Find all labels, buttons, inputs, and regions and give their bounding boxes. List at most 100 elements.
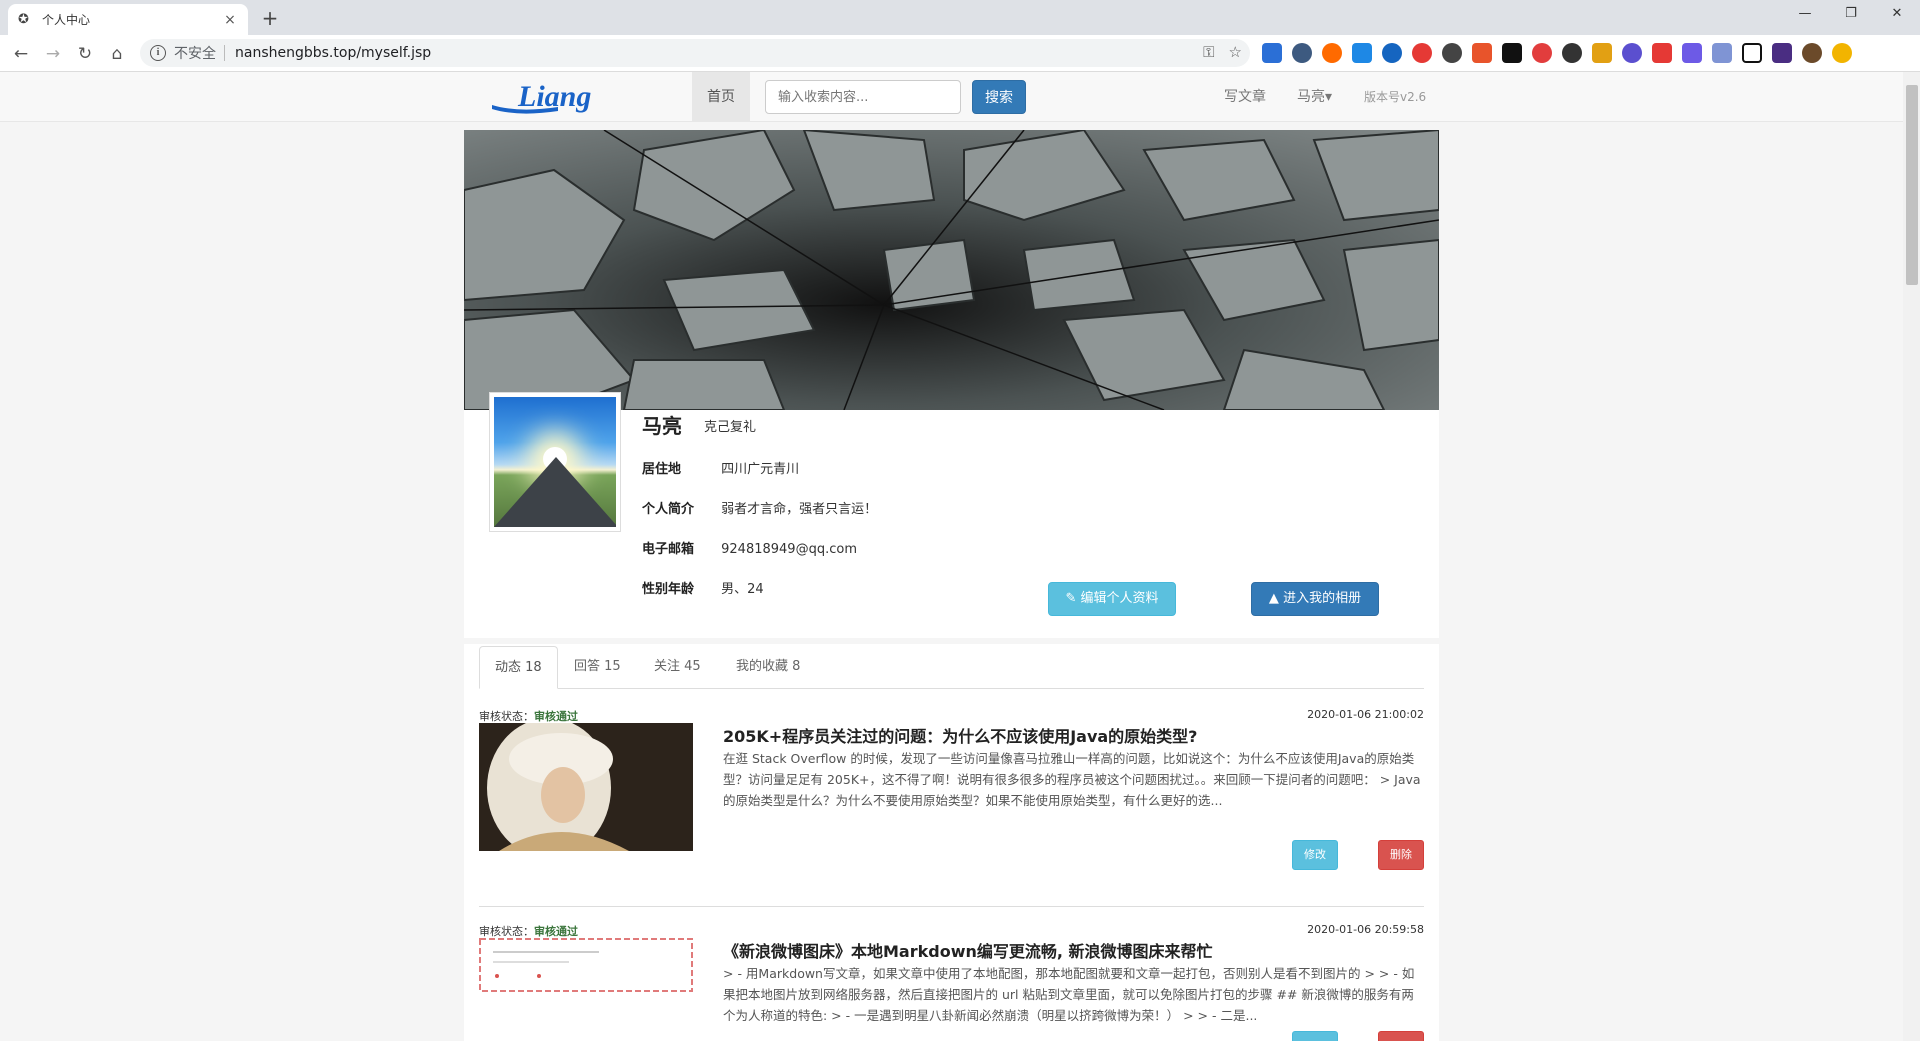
edit-post-button[interactable] [1292, 1031, 1338, 1041]
extension-v-icon[interactable] [1352, 43, 1372, 63]
scrollbar-thumb[interactable] [1906, 85, 1918, 285]
address-bar[interactable]: i 不安全 nanshengbbs.top/myself.jsp ⚿ ☆ [140, 39, 1250, 67]
extension-fox-icon[interactable] [1592, 43, 1612, 63]
status-value: 审核通过 [534, 710, 578, 723]
gender-age-value: 男、24 [721, 582, 764, 597]
page-viewport: Liang 首页 搜索 写文章 马亮▾ 版本号v2.6 [0, 72, 1920, 1041]
extension-gradient-icon[interactable] [1682, 43, 1702, 63]
section-gap [464, 638, 1439, 644]
extension-off-icon[interactable] [1652, 43, 1672, 63]
profile-tabs: 动态 18 回答 15 关注 45 我的收藏 8 [479, 646, 1424, 689]
extension-weibo-icon[interactable] [1532, 43, 1552, 63]
album-button[interactable]: ▲ 进入我的相册 [1251, 582, 1379, 616]
extension-ia-icon[interactable] [1772, 43, 1792, 63]
post-date: 2020-01-06 21:00:02 [1307, 708, 1424, 721]
extension-percent-icon[interactable] [1472, 43, 1492, 63]
post-title[interactable]: 《新浪微博图床》本地Markdown编写更流畅, 新浪微博图床来帮忙 [723, 938, 1213, 962]
road-icon: ▲ [1268, 591, 1279, 606]
logo-text: Liang [517, 80, 591, 113]
delete-post-button[interactable]: 删除 [1378, 840, 1424, 870]
extension-translate-icon[interactable] [1712, 43, 1732, 63]
post-status: 审核状态：审核通过 [479, 708, 578, 724]
gender-age-label: 性别年龄 [642, 582, 695, 597]
tab-favorites[interactable]: 我的收藏 8 [721, 646, 815, 689]
browser-tabstrip: ✪ 个人中心 × + — ❐ ✕ [0, 0, 1920, 35]
email-label: 电子邮箱 [642, 542, 695, 557]
tab-following[interactable]: 关注 45 [639, 646, 716, 689]
extension-check-icon[interactable] [1622, 43, 1642, 63]
profile-banner-image [464, 130, 1439, 410]
status-label: 审核状态： [479, 710, 534, 723]
email-value: 924818949@qq.com [721, 542, 857, 557]
nav-user-menu[interactable]: 马亮▾ [1297, 72, 1332, 122]
forward-arrow-icon[interactable]: → [41, 42, 65, 66]
pencil-icon: ✎ [1065, 591, 1077, 606]
post-title[interactable]: 205K+程序员关注过的问题：为什么不应该使用Java的原始类型? [723, 723, 1197, 747]
site-logo[interactable]: Liang [488, 79, 668, 115]
reload-icon[interactable]: ↻ [73, 42, 97, 66]
tab-activity[interactable]: 动态 18 [479, 646, 558, 689]
extension-shield-icon[interactable] [1292, 43, 1312, 63]
delete-post-button[interactable] [1378, 1031, 1424, 1041]
address-bar-actions: ⚿ ☆ [1203, 43, 1242, 61]
extension-new-icon[interactable] [1262, 43, 1282, 63]
browser-tab[interactable]: ✪ 个人中心 × [8, 4, 248, 35]
post-date: 2020-01-06 20:59:58 [1307, 923, 1424, 936]
window-controls: — ❐ ✕ [1782, 0, 1920, 30]
search-input[interactable] [765, 80, 961, 114]
search-button[interactable]: 搜索 [972, 80, 1026, 114]
nav-write-article[interactable]: 写文章 [1224, 72, 1266, 122]
extension-globe-icon[interactable] [1562, 43, 1582, 63]
post-thumbnail[interactable] [479, 723, 693, 851]
back-arrow-icon[interactable]: ← [9, 42, 33, 66]
location-label: 居住地 [642, 462, 682, 477]
restore-icon[interactable]: ❐ [1828, 0, 1874, 30]
post-status: 审核状态：审核通过 [479, 923, 578, 939]
home-icon[interactable]: ⌂ [105, 42, 129, 66]
close-window-icon[interactable]: ✕ [1874, 0, 1920, 30]
update-alert-icon[interactable] [1832, 43, 1852, 63]
new-tab-button[interactable]: + [258, 6, 282, 30]
post-item: 审核状态：审核通过 2020-01-06 20:59:58 《新浪微博图床》本地… [479, 923, 1424, 1041]
security-label: 不安全 [174, 46, 216, 62]
post-thumbnail[interactable] [479, 938, 693, 1041]
extension-gauge-icon[interactable] [1442, 43, 1462, 63]
profile-container: 马亮 克己复礼 居住地 四川广元青川 个人简介 弱者才言命，强者只言运！ 电子邮… [464, 130, 1439, 1041]
nav-version: 版本号v2.6 [1364, 90, 1427, 104]
nav-home[interactable]: 首页 [692, 72, 750, 122]
extension-k-icon[interactable] [1742, 43, 1762, 63]
info-gender-age: 性别年龄 男、24 [642, 578, 764, 597]
extensions-bar [1262, 43, 1852, 63]
profile-name: 马亮 [642, 414, 682, 438]
post-excerpt: > - 用Markdown写文章，如果文章中使用了本地配图，那本地配图就要和文章… [723, 966, 1415, 1023]
url-text[interactable]: nanshengbbs.top/myself.jsp [235, 45, 431, 61]
extension-at-icon[interactable] [1382, 43, 1402, 63]
extension-square-icon[interactable] [1502, 43, 1522, 63]
site-navbar: Liang 首页 搜索 写文章 马亮▾ 版本号v2.6 [0, 72, 1903, 122]
info-icon[interactable]: i [150, 45, 166, 61]
extension-infinity-icon[interactable] [1322, 43, 1342, 63]
browser-toolbar: ← → ↻ ⌂ i 不安全 nanshengbbs.top/myself.jsp… [0, 35, 1920, 72]
edit-post-button[interactable]: 修改 [1292, 840, 1338, 870]
address-separator [224, 45, 225, 61]
key-icon[interactable]: ⚿ [1203, 43, 1214, 61]
bookmark-star-icon[interactable]: ☆ [1229, 43, 1242, 61]
info-email: 电子邮箱 924818949@qq.com [642, 538, 857, 557]
avatar-road-shape [494, 457, 616, 527]
profile-avatar-icon[interactable] [1802, 43, 1822, 63]
edit-profile-label: 编辑个人资料 [1080, 591, 1159, 606]
profile-avatar[interactable] [489, 392, 621, 532]
minimize-icon[interactable]: — [1782, 0, 1828, 30]
page-scrollbar[interactable] [1903, 72, 1920, 1041]
extension-target-icon[interactable] [1412, 43, 1432, 63]
bio-label: 个人简介 [642, 502, 695, 517]
status-value: 审核通过 [534, 925, 578, 938]
info-bio: 个人简介 弱者才言命，强者只言运！ [642, 498, 877, 517]
tab-close-icon[interactable]: × [222, 12, 238, 28]
edit-profile-button[interactable]: ✎ 编辑个人资料 [1048, 582, 1176, 616]
status-label: 审核状态： [479, 925, 534, 938]
tab-answers[interactable]: 回答 15 [559, 646, 636, 689]
album-label: 进入我的相册 [1283, 591, 1362, 606]
bio-value: 弱者才言命，强者只言运！ [721, 502, 878, 517]
site-favicon-icon: ✪ [18, 11, 29, 27]
